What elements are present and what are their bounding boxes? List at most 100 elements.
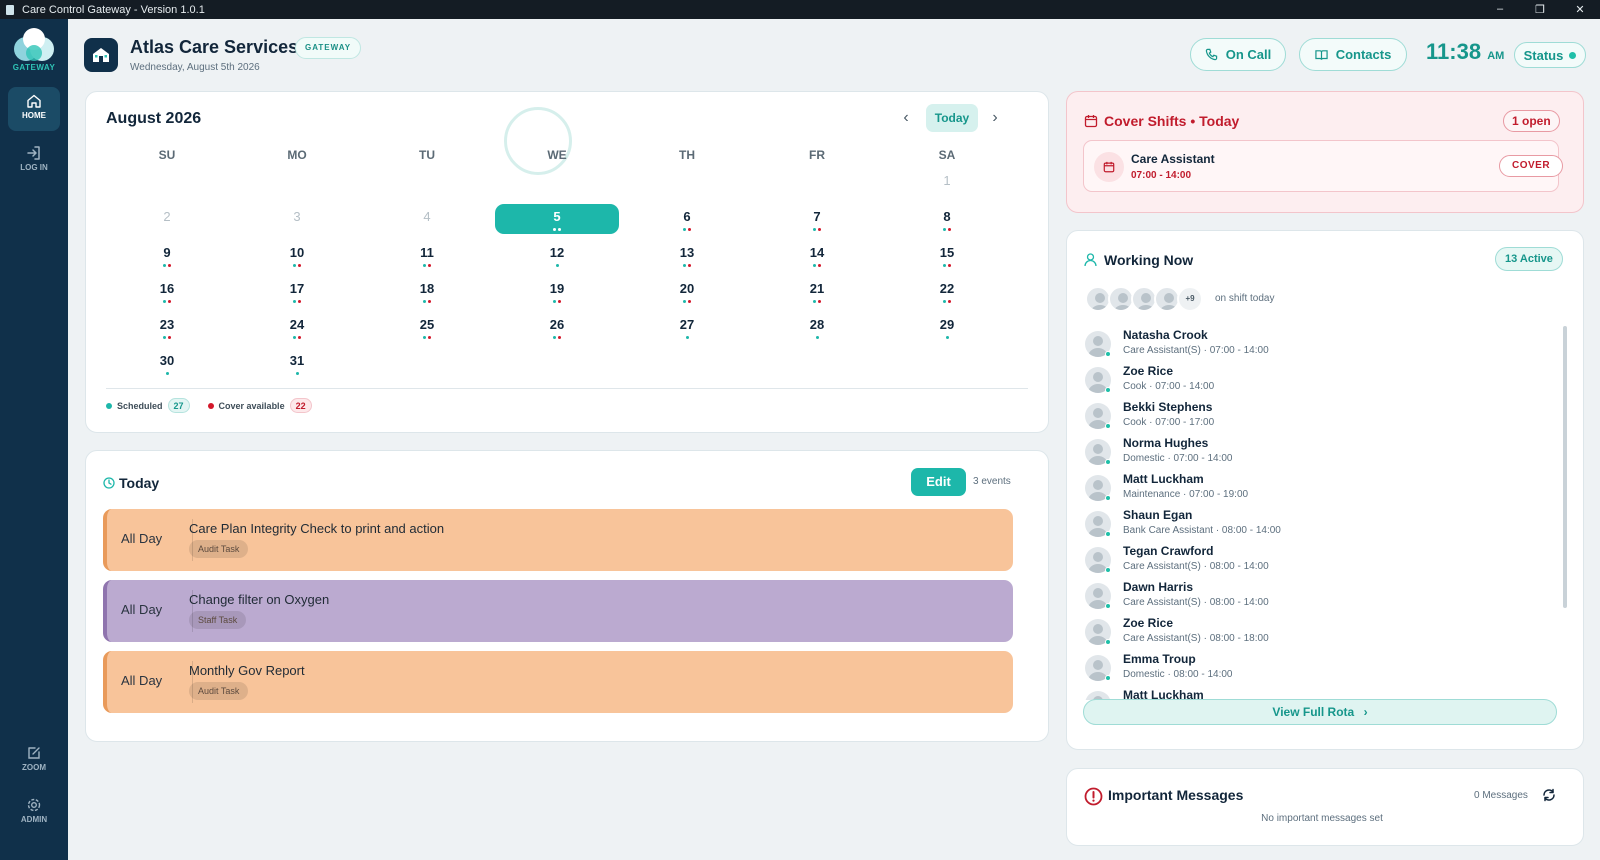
calendar-day[interactable]: 4: [365, 204, 489, 234]
calendar-day[interactable]: 25: [365, 312, 489, 342]
calendar-day[interactable]: 21: [755, 276, 879, 306]
event-item[interactable]: All Day Care Plan Integrity Check to prin…: [103, 509, 1013, 571]
click-ripple: [504, 107, 572, 175]
prev-month-button[interactable]: ‹: [894, 104, 918, 132]
calendar-day[interactable]: 23: [105, 312, 229, 342]
active-count-badge: 13 Active: [1495, 247, 1563, 271]
staff-row[interactable]: Zoe Rice Care Assistant(S) · 08:00 - 18:0…: [1083, 614, 1553, 650]
cover-dot: [818, 228, 821, 231]
calendar-day-number: 6: [683, 209, 691, 224]
staff-row[interactable]: Matt Luckham Maintenance · 07:00 - 19:00: [1083, 470, 1553, 506]
minimize-button[interactable]: –: [1480, 3, 1520, 16]
calendar-day[interactable]: 20: [625, 276, 749, 306]
clock-icon: [103, 477, 115, 489]
calendar-day[interactable]: 14: [755, 240, 879, 270]
calendar-day[interactable]: 28: [755, 312, 879, 342]
nav-zoom[interactable]: ZOOM: [8, 739, 60, 783]
staff-row[interactable]: Dawn Harris Care Assistant(S) · 08:00 - 1…: [1083, 578, 1553, 614]
scheduled-dot: [813, 264, 816, 267]
next-month-button[interactable]: ›: [983, 104, 1007, 132]
calendar-day[interactable]: 17: [235, 276, 359, 306]
calendar-day-number: 31: [289, 353, 305, 368]
calendar-day[interactable]: 29: [885, 312, 1009, 342]
calendar-day[interactable]: 27: [625, 312, 749, 342]
calendar-day[interactable]: 6: [625, 204, 749, 234]
status-button[interactable]: Status: [1514, 42, 1586, 68]
cover-badge[interactable]: COVER: [1499, 155, 1564, 177]
online-status-dot: [1105, 603, 1111, 609]
staff-detail: Maintenance · 07:00 - 19:00: [1123, 489, 1249, 500]
staff-row[interactable]: Emma Troup Domestic · 08:00 - 14:00: [1083, 650, 1553, 686]
weekday-header: WE: [547, 148, 567, 162]
day-indicator-dots: [365, 336, 489, 340]
calendar-day[interactable]: 7: [755, 204, 879, 234]
cover-dot: [168, 300, 171, 303]
staff-detail: Cook · 07:00 - 17:00: [1123, 417, 1215, 428]
calendar-day[interactable]: 8: [885, 204, 1009, 234]
today-button[interactable]: Today: [926, 104, 978, 132]
calendar-day[interactable]: 10: [235, 240, 359, 270]
nav-admin[interactable]: ADMIN: [8, 791, 60, 835]
day-indicator-dots: [625, 228, 749, 232]
staff-row[interactable]: Matt Luckham: [1083, 686, 1553, 700]
calendar-day[interactable]: 24: [235, 312, 359, 342]
calendar-day[interactable]: 18: [365, 276, 489, 306]
calendar-day[interactable]: 16: [105, 276, 229, 306]
view-full-rota-button[interactable]: View Full Rota ›: [1083, 699, 1557, 725]
event-item[interactable]: All Day Monthly Gov Report Audit Task: [103, 651, 1013, 713]
calendar-day[interactable]: 19: [495, 276, 619, 306]
cover-dot: [688, 300, 691, 303]
nav-login[interactable]: LOG IN: [8, 139, 60, 183]
scheduled-dot: [813, 300, 816, 303]
event-item[interactable]: All Day Change filter on Oxygen Staff Task: [103, 580, 1013, 642]
day-indicator-dots: [365, 264, 489, 268]
calendar-day[interactable]: 31: [235, 348, 359, 378]
calendar-day[interactable]: 15: [885, 240, 1009, 270]
maximize-button[interactable]: ❐: [1520, 3, 1560, 16]
calendar-day-number: 5: [553, 209, 561, 224]
staff-row[interactable]: Zoe Rice Cook · 07:00 - 14:00: [1083, 362, 1553, 398]
events-count: 3 events: [973, 476, 1011, 487]
cover-shift-item[interactable]: Care Assistant 07:00 - 14:00 COVER: [1083, 140, 1564, 192]
online-status-dot: [1105, 423, 1111, 429]
refresh-icon[interactable]: [1542, 788, 1556, 802]
calendar-day-number: 15: [939, 245, 955, 260]
staff-list-scrollbar[interactable]: [1563, 326, 1567, 608]
cover-dot: [168, 264, 171, 267]
staff-row[interactable]: Tegan Crawford Care Assistant(S) · 08:00 …: [1083, 542, 1553, 578]
contacts-label: Contacts: [1335, 47, 1392, 62]
calendar-day[interactable]: 26: [495, 312, 619, 342]
contacts-button[interactable]: Contacts: [1299, 38, 1407, 71]
calendar-day[interactable]: 30: [105, 348, 229, 378]
book-icon: [1315, 49, 1328, 60]
staff-row[interactable]: Shaun Egan Bank Care Assistant · 08:00 - …: [1083, 506, 1553, 542]
edit-button[interactable]: Edit: [911, 468, 966, 496]
cover-dot: [428, 264, 431, 267]
calendar-day[interactable]: 9: [105, 240, 229, 270]
staff-row[interactable]: Bekki Stephens Cook · 07:00 - 17:00: [1083, 398, 1553, 434]
calendar-day[interactable]: 3: [235, 204, 359, 234]
calendar-day[interactable]: 2: [105, 204, 229, 234]
scheduled-dot: [945, 336, 949, 339]
day-indicator-dots: [495, 300, 619, 304]
staff-row[interactable]: Norma Hughes Domestic · 07:00 - 14:00: [1083, 434, 1553, 470]
zoom-icon: [28, 747, 40, 759]
nav-login-label: LOG IN: [20, 163, 48, 172]
calendar-day[interactable]: 13: [625, 240, 749, 270]
staff-row[interactable]: Natasha Crook Care Assistant(S) · 07:00 -…: [1083, 326, 1553, 362]
calendar-day[interactable]: 5: [495, 204, 619, 234]
calendar-day[interactable]: 12: [495, 240, 619, 270]
nav-admin-label: ADMIN: [20, 815, 48, 824]
calendar-day[interactable]: 1: [885, 168, 1009, 198]
legend-scheduled-count: 27: [167, 398, 190, 413]
calendar-day[interactable]: 11: [365, 240, 489, 270]
scheduled-dot: [943, 228, 946, 231]
day-indicator-dots: [625, 300, 749, 304]
calendar-day[interactable]: 22: [885, 276, 1009, 306]
nav-home[interactable]: HOME: [8, 87, 60, 131]
cover-dot: [948, 228, 951, 231]
close-button[interactable]: ✕: [1560, 3, 1600, 16]
day-indicator-dots: [105, 336, 229, 340]
on-call-button[interactable]: On Call: [1190, 38, 1286, 71]
today-card: Today Edit 3 events All Day Care Plan Int…: [85, 450, 1049, 742]
